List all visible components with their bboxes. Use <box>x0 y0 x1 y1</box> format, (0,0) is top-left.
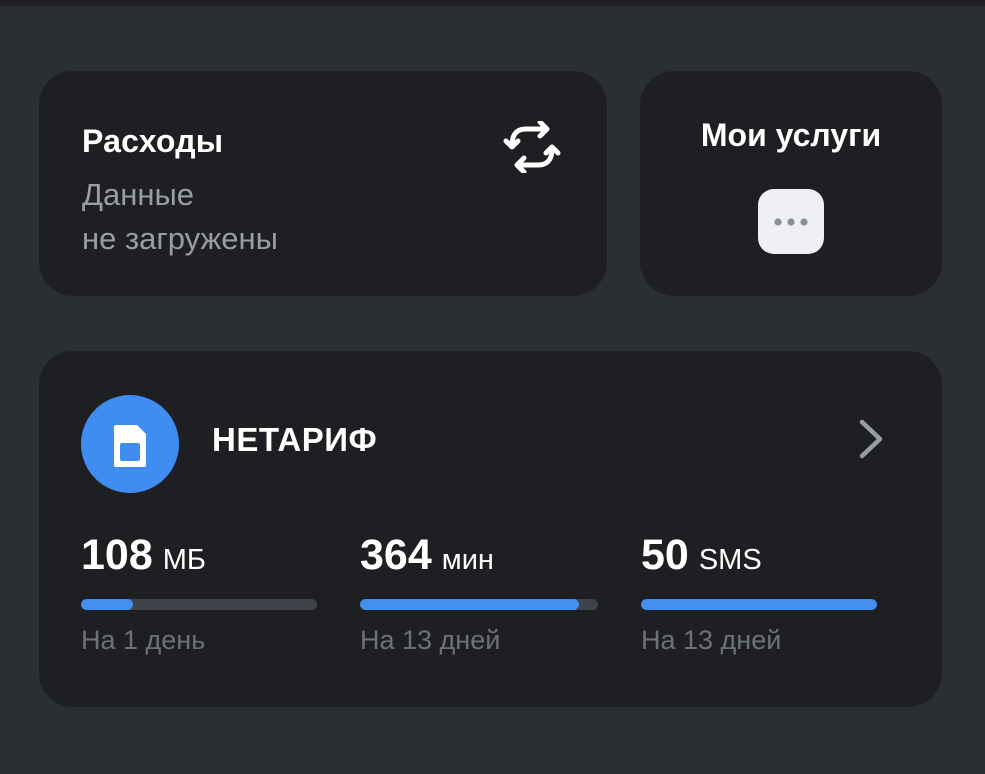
progress-fill <box>81 599 133 610</box>
stat-sms: 50 SMS На 13 дней <box>641 531 879 655</box>
progress-fill <box>641 599 877 610</box>
stat-period: На 13 дней <box>641 625 782 655</box>
more-dots-icon[interactable] <box>758 189 824 254</box>
expenses-card[interactable]: Расходы Данные не загружены <box>39 71 607 296</box>
stat-unit: мин <box>441 544 494 576</box>
stat-period: На 13 дней <box>360 625 501 655</box>
stat-value: 108 <box>81 531 153 579</box>
refresh-icon[interactable] <box>502 119 562 175</box>
expenses-title: Расходы <box>82 123 224 159</box>
expenses-status-line2: не загружены <box>82 221 278 256</box>
progress-bar <box>641 599 877 610</box>
my-services-card[interactable]: Мои услуги <box>640 71 942 296</box>
progress-fill <box>360 599 579 610</box>
expenses-status-line1: Данные <box>82 177 194 212</box>
chevron-right-icon[interactable] <box>857 417 887 461</box>
progress-bar <box>81 599 317 610</box>
tariff-name: НЕТАРИФ <box>212 421 378 458</box>
stat-unit: МБ <box>162 544 206 576</box>
services-title: Мои услуги <box>700 117 882 153</box>
progress-bar <box>360 599 598 610</box>
expenses-status: Данные не загружены <box>82 173 382 261</box>
stat-internet: 108 МБ На 1 день <box>81 531 319 655</box>
stat-minutes: 364 мин На 13 дней <box>360 531 598 655</box>
top-bar <box>0 0 985 6</box>
stat-unit: SMS <box>698 544 762 576</box>
sim-card-icon <box>81 395 179 493</box>
tariff-card[interactable]: НЕТАРИФ 108 МБ На 1 день 364 мин На 13 дне… <box>39 351 942 707</box>
stat-period: На 1 день <box>81 625 206 655</box>
stat-value: 50 <box>641 531 689 579</box>
stat-value: 364 <box>360 531 432 579</box>
